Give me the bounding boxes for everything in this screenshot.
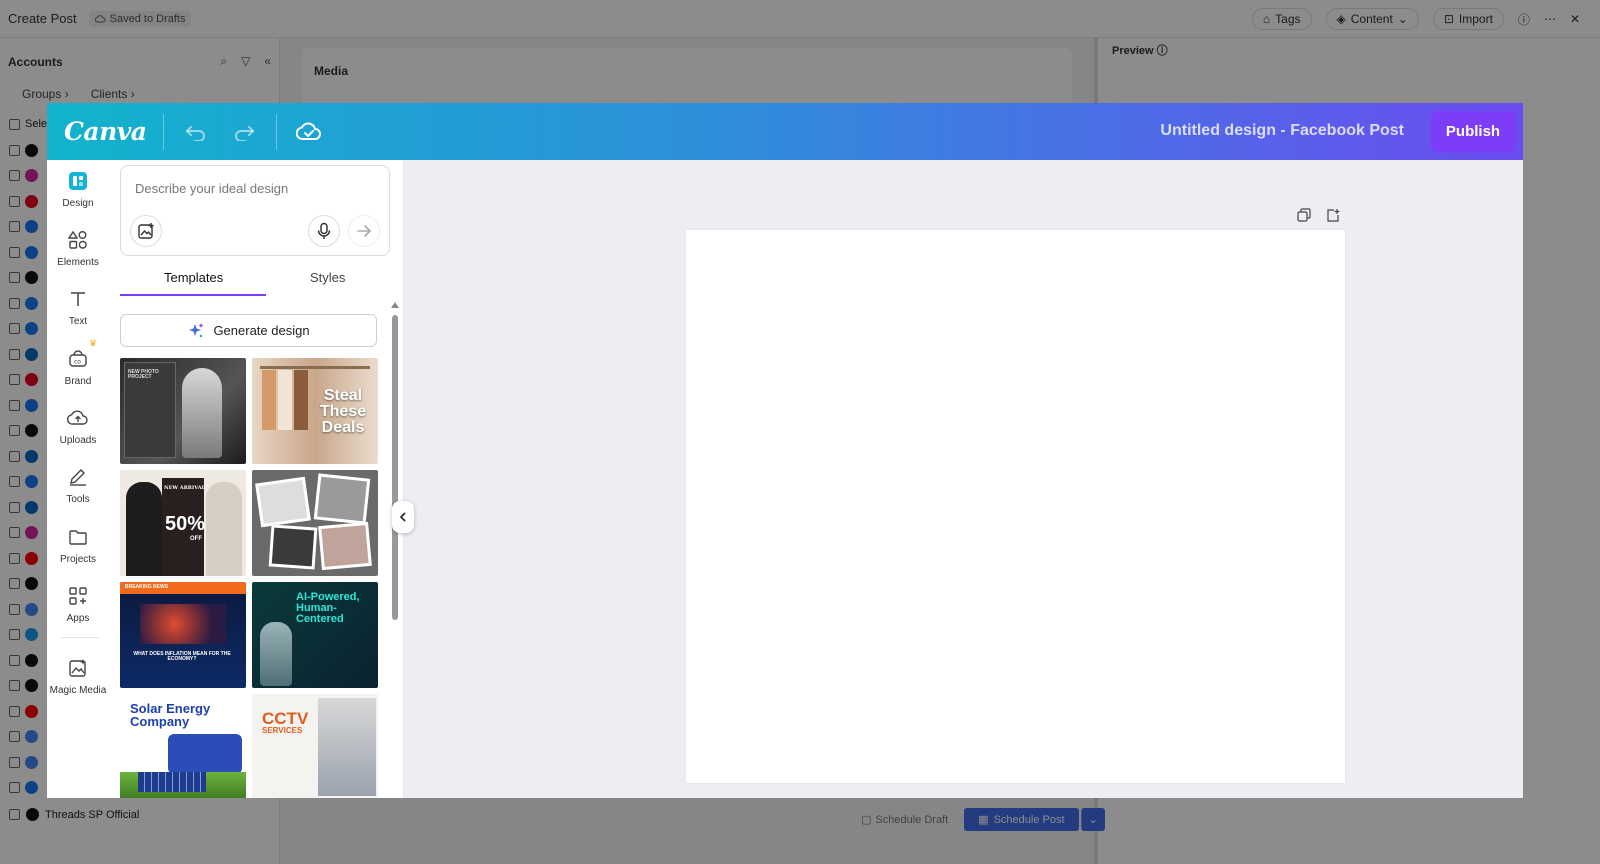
redo-icon xyxy=(234,125,254,141)
template-solar-panel xyxy=(138,772,206,792)
rail-projects[interactable]: Projects xyxy=(47,524,109,565)
cloud-check-icon xyxy=(295,122,321,140)
template-garment xyxy=(278,370,292,430)
svg-text:co: co xyxy=(74,359,81,366)
tab-templates[interactable]: Templates xyxy=(164,270,223,285)
header-divider xyxy=(162,113,164,150)
template-photo xyxy=(268,524,318,570)
canva-editor-modal: Canva Untitled design - Facebook Post Pu… xyxy=(47,103,1523,798)
design-prompt-input[interactable]: Describe your ideal design xyxy=(135,181,288,196)
rail-text[interactable]: Text xyxy=(47,286,109,327)
add-image-icon xyxy=(138,223,154,239)
template-photo xyxy=(255,476,311,528)
sparkle-icon xyxy=(189,322,204,337)
template-camera-photo xyxy=(318,698,376,796)
active-tab-indicator xyxy=(120,294,266,296)
template-garment xyxy=(262,370,276,430)
collapse-panel-button[interactable] xyxy=(392,501,414,533)
submit-prompt-button[interactable] xyxy=(348,215,380,247)
design-prompt-box[interactable]: Describe your ideal design xyxy=(120,165,390,256)
chevron-left-icon xyxy=(399,512,406,522)
template-figure xyxy=(182,368,222,458)
template-robot xyxy=(260,622,292,686)
rail-magic-media[interactable]: Magic Media xyxy=(47,655,109,696)
template-thumbnail[interactable]: NEW ARRIVAL 50% OFF xyxy=(120,470,246,576)
panel-scrollbar[interactable] xyxy=(392,315,398,620)
undo-button[interactable] xyxy=(180,116,212,148)
add-page-button[interactable] xyxy=(1324,206,1342,224)
template-thumbnail[interactable]: NEW PHOTO PROJECT xyxy=(120,358,246,464)
rail-apps[interactable]: Apps xyxy=(47,583,109,624)
cloud-save-button[interactable] xyxy=(293,116,325,148)
header-divider xyxy=(275,113,277,150)
rail-tools[interactable]: Tools xyxy=(47,464,109,505)
crown-icon: ♛ xyxy=(89,338,98,348)
apps-icon xyxy=(65,583,91,609)
rail-design[interactable]: Design xyxy=(47,168,109,209)
duplicate-page-button[interactable] xyxy=(1295,206,1313,224)
add-image-button[interactable] xyxy=(130,215,162,247)
magic-media-icon xyxy=(65,655,91,681)
side-rail: Design Elements Text co Brand ♛ Uploads xyxy=(47,160,109,798)
template-thumbnail[interactable]: Steal These Deals xyxy=(252,358,378,464)
rail-brand[interactable]: co Brand xyxy=(47,346,109,387)
arrow-right-icon xyxy=(357,225,372,237)
template-thumbnail[interactable]: Solar Energy Company xyxy=(120,694,246,798)
voice-input-button[interactable] xyxy=(308,215,340,247)
template-list-block xyxy=(168,734,242,774)
tab-styles[interactable]: Styles xyxy=(310,270,345,285)
redo-button[interactable] xyxy=(228,116,260,148)
canva-header: Canva Untitled design - Facebook Post Pu… xyxy=(47,103,1523,160)
duplicate-icon xyxy=(1297,208,1311,222)
template-photo xyxy=(313,473,371,525)
design-panel: Describe your ideal design Templates Sty… xyxy=(109,160,404,798)
template-rail xyxy=(260,366,370,369)
panel-tabs: Templates Styles xyxy=(120,270,390,298)
undo-icon xyxy=(185,125,205,141)
elements-icon xyxy=(65,227,91,253)
rail-elements[interactable]: Elements xyxy=(47,227,109,268)
uploads-icon xyxy=(65,405,91,431)
template-figure xyxy=(126,482,162,576)
template-thumbnail[interactable]: BREAKING NEWS WHAT DOES INFLATION MEAN F… xyxy=(120,582,246,688)
brand-icon: co xyxy=(65,346,91,372)
template-thumbnail[interactable]: CCTV SERVICES xyxy=(252,694,378,798)
design-title[interactable]: Untitled design - Facebook Post xyxy=(1160,122,1404,140)
template-thumbnail[interactable]: AI-Powered, Human-Centered xyxy=(252,582,378,688)
design-canvas[interactable] xyxy=(686,230,1345,783)
publish-button[interactable]: Publish xyxy=(1431,111,1515,152)
rail-uploads[interactable]: Uploads xyxy=(47,405,109,446)
canvas-stage xyxy=(404,160,1523,798)
canva-logo: Canva xyxy=(64,117,147,146)
template-chart-image xyxy=(140,604,226,644)
tools-icon xyxy=(65,464,91,490)
template-garment xyxy=(294,370,308,430)
microphone-icon xyxy=(317,222,331,239)
template-photo xyxy=(318,521,372,571)
rail-divider xyxy=(61,637,99,638)
add-page-icon xyxy=(1327,209,1340,222)
generate-design-button[interactable]: Generate design xyxy=(120,314,377,347)
design-icon xyxy=(65,168,91,194)
template-thumbnail[interactable] xyxy=(252,470,378,576)
scroll-up-arrow[interactable] xyxy=(391,302,399,308)
text-icon xyxy=(65,286,91,312)
template-figure xyxy=(206,482,242,576)
projects-icon xyxy=(65,524,91,550)
